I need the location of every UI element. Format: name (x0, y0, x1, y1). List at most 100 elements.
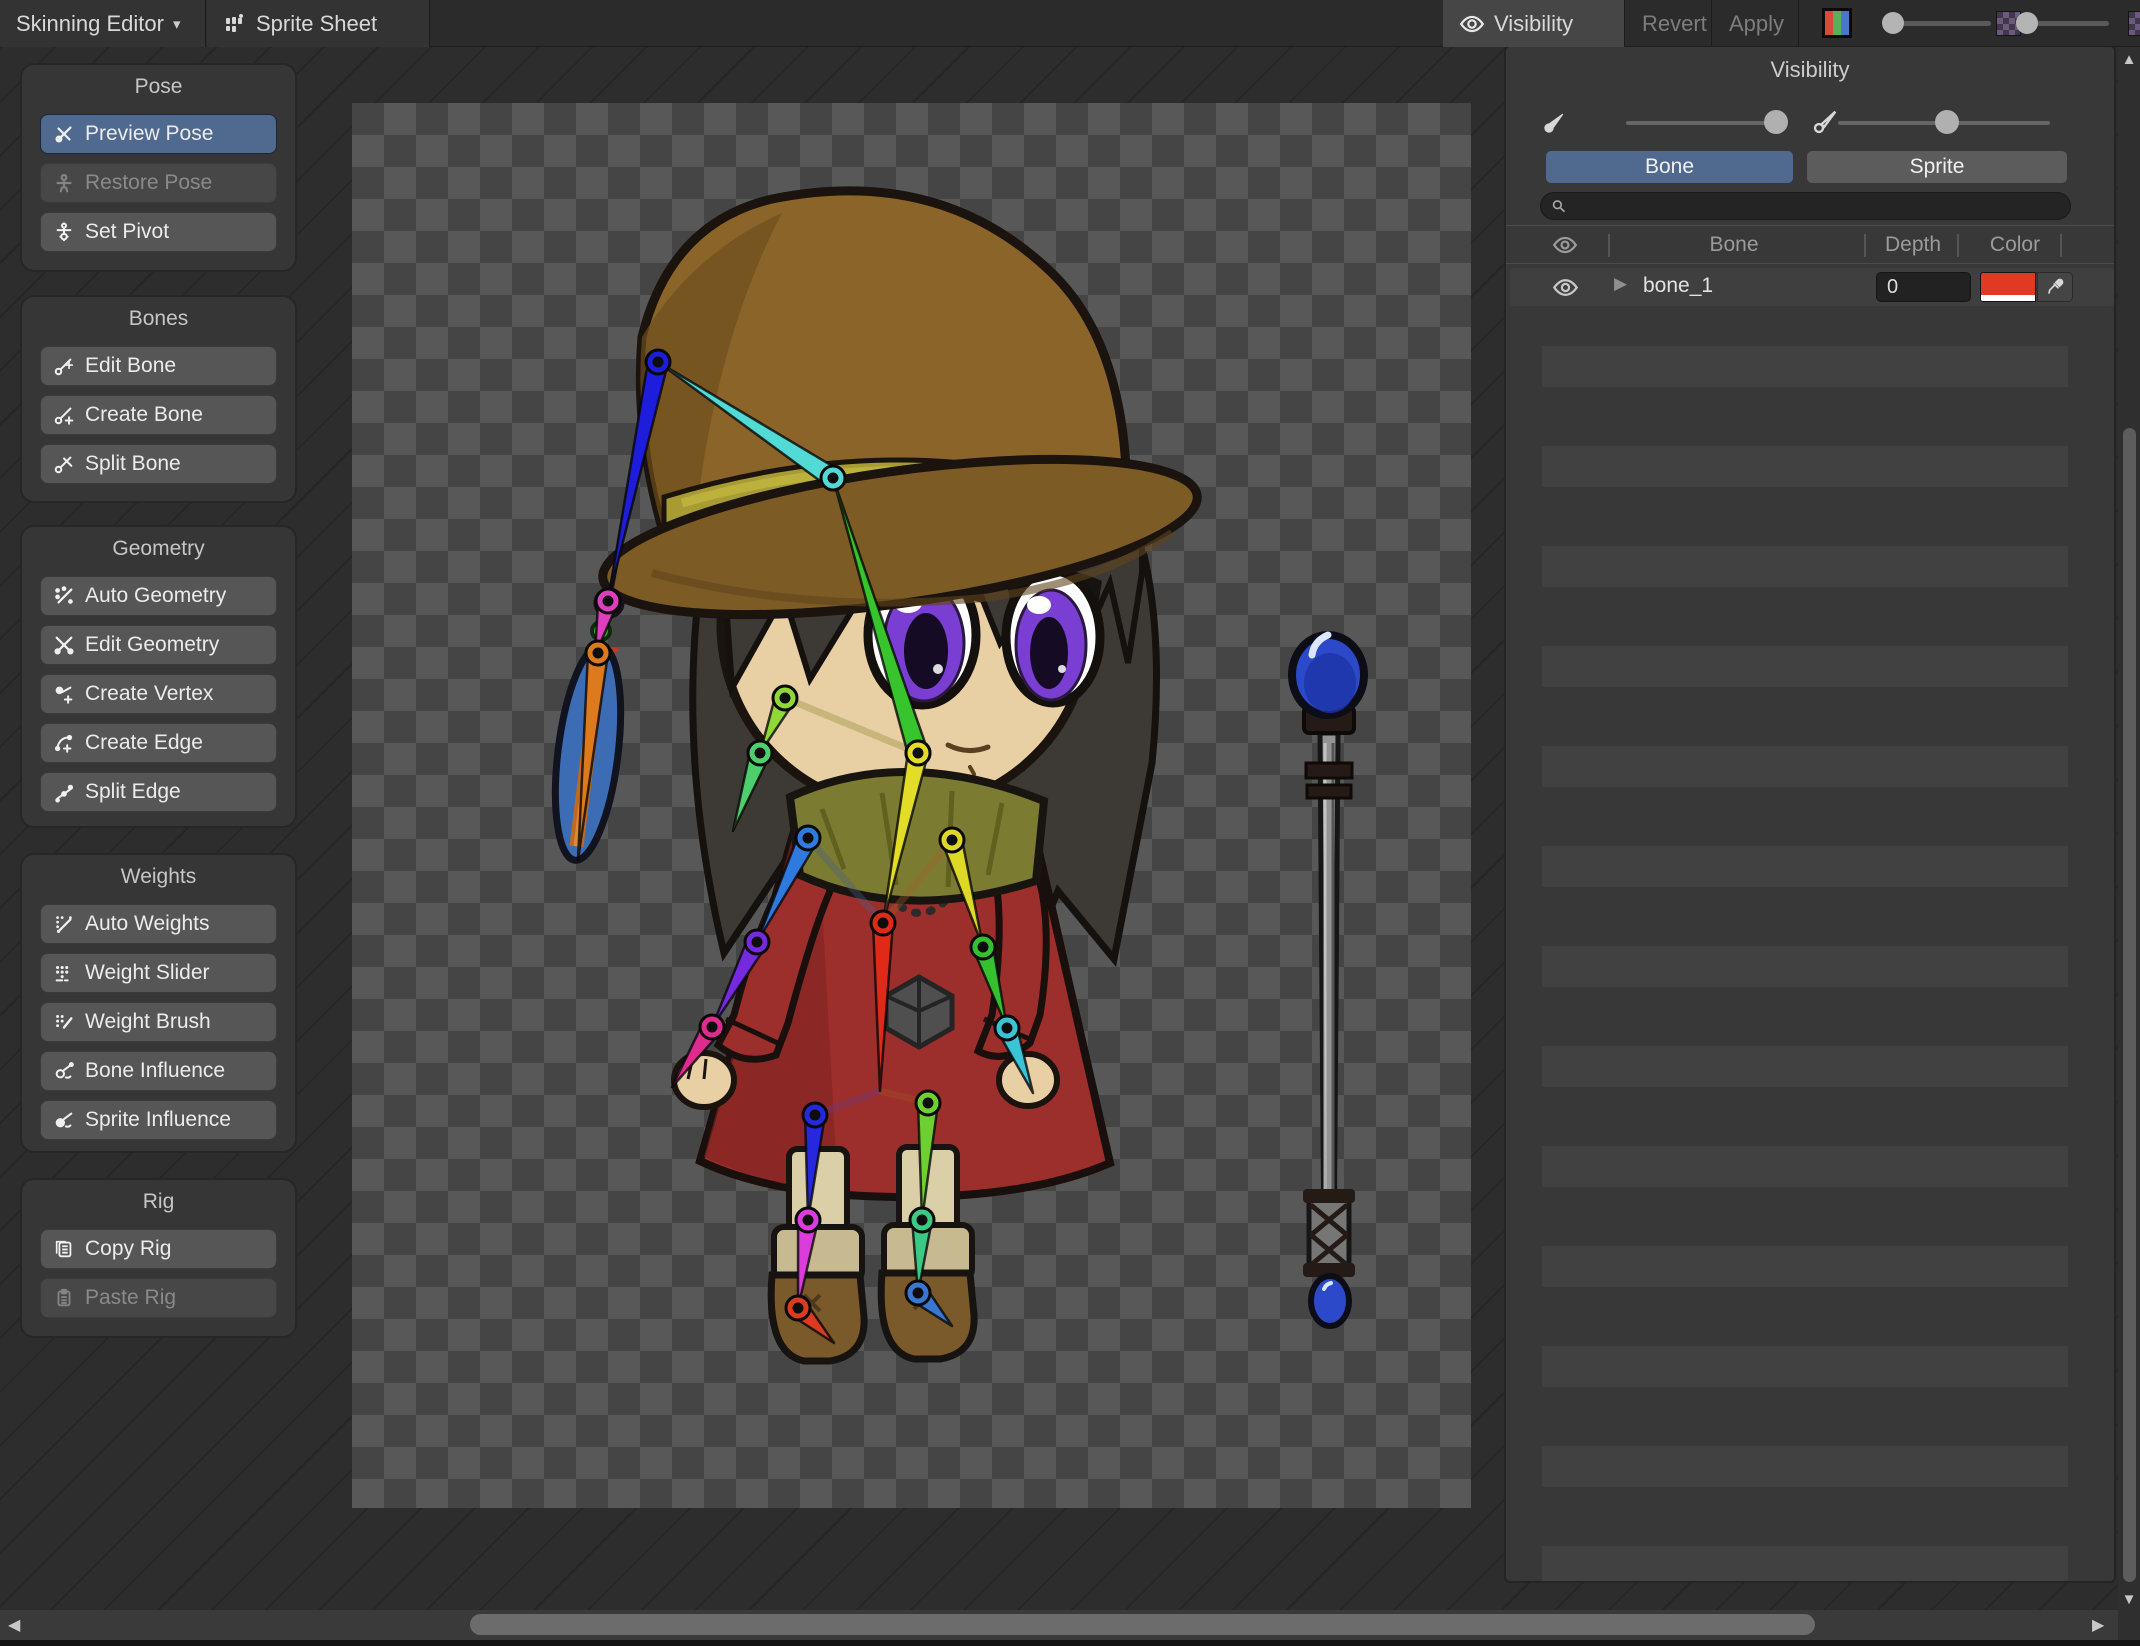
bone-opacity-slider-knob[interactable] (1882, 12, 1904, 34)
button-label: Paste Rig (85, 1286, 177, 1309)
sprite-sheet-label: Sprite Sheet (256, 10, 378, 36)
button-label: Auto Weights (85, 912, 210, 935)
scroll-left-icon[interactable]: ◀ (8, 1615, 20, 1635)
skinning-editor-dropdown[interactable]: Skinning Editor ▾ (0, 0, 206, 47)
depth-input[interactable]: 0 (1876, 272, 1971, 302)
split-bone-button[interactable]: Split Bone (40, 444, 277, 484)
search-input[interactable] (1572, 195, 2060, 217)
button-label: Create Bone (85, 403, 203, 426)
button-label: Create Edge (85, 731, 203, 754)
tab-sprite-label: Sprite (1909, 155, 1965, 178)
copy-rig-button[interactable]: Copy Rig (40, 1229, 277, 1269)
create-vertex-button[interactable]: Create Vertex (40, 674, 277, 714)
edit-geometry-icon (54, 636, 74, 655)
weight-brush-button[interactable]: Weight Brush (40, 1002, 277, 1042)
visibility-label: Visibility (1494, 10, 1574, 36)
edit-bone-button[interactable]: Edit Bone (40, 346, 277, 386)
bone-create-icon (54, 407, 74, 425)
tab-bone[interactable]: Bone (1546, 151, 1793, 183)
button-label: Restore Pose (85, 171, 213, 194)
pivot-icon (56, 222, 72, 242)
button-label: Weight Brush (85, 1010, 211, 1033)
eye-icon (1459, 15, 1485, 32)
scroll-down-icon[interactable]: ▼ (2118, 1591, 2140, 1608)
horizontal-scrollbar[interactable]: ◀ ▶ (0, 1610, 2118, 1640)
sprite-sheet-button[interactable]: Sprite Sheet (207, 0, 430, 47)
bone-influence-icon (55, 1062, 74, 1079)
paste-icon (57, 1288, 71, 1307)
button-label: Edit Geometry (85, 633, 220, 656)
copy-icon (55, 1240, 72, 1258)
button-label: Split Edge (85, 780, 181, 803)
eye-column-icon (1552, 236, 1578, 254)
create-vertex-icon (55, 686, 73, 704)
bone-search-box[interactable] (1540, 192, 2071, 220)
table-row-bone-1[interactable]: ▶ bone_1 0 (1510, 268, 2114, 306)
preview-pose-button[interactable]: Preview Pose (40, 114, 277, 154)
staff-sprite (1288, 631, 1368, 1329)
sprite-opacity-panel-slider-knob[interactable] (1935, 110, 1959, 134)
split-edge-button[interactable]: Split Edge (40, 772, 277, 812)
set-pivot-button[interactable]: Set Pivot (40, 212, 277, 252)
vertical-scrollbar-thumb[interactable] (2123, 428, 2136, 1582)
eyedropper-button[interactable] (2037, 272, 2073, 302)
bone-table-header: Bone Depth Color (1506, 225, 2114, 264)
auto-weights-button[interactable]: Auto Weights (40, 904, 277, 944)
scroll-right-icon[interactable]: ▶ (2092, 1615, 2104, 1635)
paste-rig-button[interactable]: Paste Rig (40, 1278, 277, 1318)
geometry-section-title: Geometry (112, 537, 205, 560)
visibility-panel: Visibility Bone Sprite Bone Depth Color (1504, 45, 2116, 1583)
split-edge-icon (55, 784, 74, 803)
bone-color-swatch[interactable] (1980, 272, 2036, 302)
weight-slider-button[interactable]: Weight Slider (40, 953, 277, 993)
button-label: Split Bone (85, 452, 181, 475)
sprite-canvas[interactable] (352, 103, 1471, 1508)
chevron-down-icon: ▾ (172, 15, 181, 33)
create-bone-button[interactable]: Create Bone (40, 395, 277, 435)
skinning-editor-label: Skinning Editor (16, 10, 164, 36)
edit-geometry-button[interactable]: Edit Geometry (40, 625, 277, 665)
bone-split-icon (54, 456, 73, 474)
sprite-influence-button[interactable]: Sprite Influence (40, 1100, 277, 1140)
button-label: Bone Influence (85, 1059, 226, 1082)
bone-name[interactable]: bone_1 (1643, 274, 1713, 298)
bones-section-title: Bones (128, 307, 189, 330)
overlay-color-swatch-button[interactable] (1822, 8, 1852, 38)
expander-triangle-icon[interactable]: ▶ (1614, 274, 1627, 294)
column-color[interactable]: Color (1990, 233, 2040, 257)
bone-filled-icon (1544, 111, 1566, 133)
vertical-scrollbar[interactable]: ▲ ▼ (2118, 47, 2140, 1640)
bone-influence-button[interactable]: Bone Influence (40, 1051, 277, 1091)
weight-slider-icon (55, 965, 69, 982)
bone-edit-icon (54, 358, 74, 376)
scroll-up-icon[interactable]: ▲ (2118, 51, 2140, 68)
tab-sprite[interactable]: Sprite (1807, 151, 2067, 183)
horizontal-scrollbar-thumb[interactable] (470, 1614, 1815, 1635)
sprite-opacity-slider-knob[interactable] (2016, 12, 2038, 34)
rig-section-title: Rig (142, 1190, 175, 1213)
bone-size-slider[interactable] (1626, 121, 1769, 125)
visibility-panel-title: Visibility (1770, 57, 1850, 82)
sprite-opacity-slider[interactable] (2027, 21, 2109, 26)
column-depth[interactable]: Depth (1885, 233, 1941, 257)
depth-value: 0 (1887, 275, 1899, 298)
create-edge-button[interactable]: Create Edge (40, 723, 277, 763)
button-label: Set Pivot (85, 220, 170, 243)
restore-pose-button[interactable]: Restore Pose (40, 163, 277, 203)
create-edge-icon (54, 734, 73, 753)
revert-button[interactable]: Revert (1626, 0, 1712, 47)
column-bone[interactable]: Bone (1709, 233, 1758, 257)
apply-button[interactable]: Apply (1713, 0, 1799, 47)
auto-geometry-button[interactable]: Auto Geometry (40, 576, 277, 616)
bone-outline-icon (1813, 110, 1837, 134)
visibility-toggle-button[interactable]: Visibility (1443, 0, 1625, 47)
sprite-influence-icon (55, 1112, 73, 1128)
person-icon (56, 174, 72, 193)
pose-section: Pose Preview Pose Restore Pose Set Pivot (20, 63, 297, 272)
button-label: Edit Bone (85, 354, 177, 377)
empty-row-stripes (1542, 346, 2068, 1581)
bone-size-slider-knob[interactable] (1764, 110, 1788, 134)
bone-opacity-slider[interactable] (1893, 21, 1991, 26)
visibility-eye-icon[interactable] (1552, 274, 1579, 301)
tab-bone-label: Bone (1644, 155, 1695, 178)
